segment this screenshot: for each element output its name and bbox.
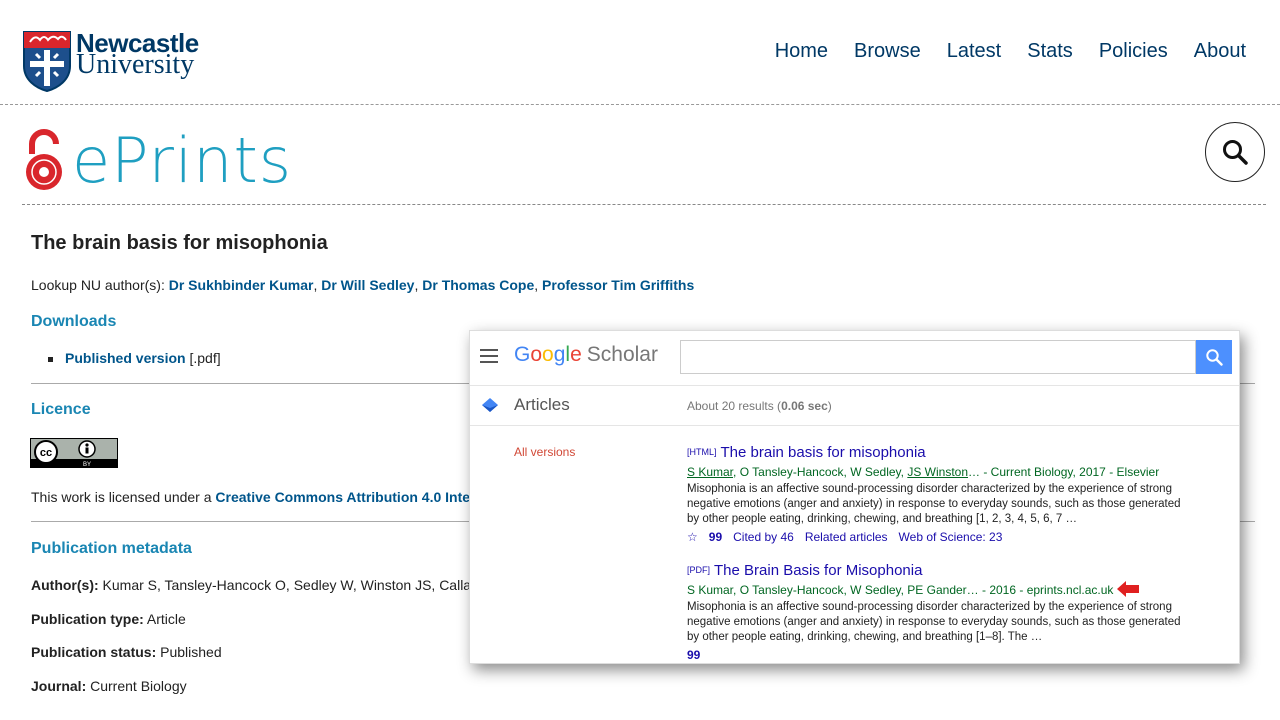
author-link[interactable]: Dr Will Sedley [321, 277, 414, 293]
result-snippet: Misophonia is an affective sound-process… [687, 483, 1181, 525]
scholar-search-button[interactable] [1196, 340, 1232, 374]
articles-label[interactable]: Articles [514, 395, 570, 415]
metadata-heading: Publication metadata [31, 540, 192, 557]
eprints-divider [22, 204, 1266, 205]
svg-text:cc: cc [40, 447, 52, 459]
nav-policies[interactable]: Policies [1099, 40, 1168, 63]
author-link[interactable]: Dr Sukhbinder Kumar [169, 277, 314, 293]
license-link[interactable]: Creative Commons Attribution 4.0 Inte [215, 489, 470, 505]
result-title-link[interactable]: The Brain Basis for Misophonia [714, 562, 922, 579]
result-source: S Kumar, O Tansley-Hancock, W Sedley, JS… [687, 465, 1160, 479]
quote-icon[interactable]: 99 [687, 648, 700, 662]
eprints-logo[interactable]: ePrints [22, 120, 292, 200]
license-prefix: This work is licensed under a [31, 489, 216, 505]
scholar-result: [HTML] The brain basis for misophonia S K… [687, 444, 1187, 544]
nav-browse[interactable]: Browse [854, 40, 921, 63]
author-link[interactable]: Dr Thomas Cope [422, 277, 534, 293]
scholar-cap-icon [482, 398, 498, 412]
result-actions: ☆ 99 Cited by 46 Related articles Web of… [687, 530, 1187, 544]
crest-icon [23, 31, 71, 92]
cc-by-label: BY [83, 462, 91, 468]
metadata-type: Publication type: Article [31, 611, 186, 627]
web-of-science-link[interactable]: Web of Science: 23 [899, 530, 1003, 544]
cited-by-link[interactable]: Cited by 46 [733, 530, 794, 544]
scholar-subbar: Articles About 20 results (0.06 sec) [470, 385, 1239, 426]
lookup-label: Lookup NU author(s): [31, 277, 169, 293]
result-actions: 99 [687, 648, 1187, 662]
search-icon [1206, 349, 1223, 366]
all-versions-link[interactable]: All versions [514, 445, 575, 459]
downloads-heading: Downloads [31, 313, 117, 330]
related-articles-link[interactable]: Related articles [805, 530, 888, 544]
result-title-link[interactable]: The brain basis for misophonia [721, 444, 926, 461]
result-format-tag: [HTML] [687, 447, 717, 457]
nav-about[interactable]: About [1194, 40, 1246, 63]
nav-home[interactable]: Home [775, 40, 828, 63]
newcastle-university-logo[interactable]: Newcastle University [22, 30, 202, 92]
result-format-tag: [PDF] [687, 565, 711, 575]
metadata-authors: Author(s): Kumar S, Tansley-Hancock O, S… [31, 577, 472, 593]
open-access-lock-icon [26, 129, 62, 190]
cc-by-badge[interactable]: cc BY [30, 438, 118, 468]
nav-stats[interactable]: Stats [1027, 40, 1073, 63]
author-lookup: Lookup NU author(s): Dr Sukhbinder Kumar… [31, 277, 695, 293]
main-nav: Home Browse Latest Stats Policies About [775, 40, 1246, 63]
metadata-status: Publication status: Published [31, 644, 222, 660]
scholar-header: Google Scholar [470, 331, 1239, 386]
search-icon [1223, 140, 1248, 165]
page-title: The brain basis for misophonia [31, 232, 328, 254]
eprints-wordmark: ePrints [72, 123, 293, 197]
author-link[interactable]: Professor Tim Griffiths [542, 277, 694, 293]
star-icon[interactable]: ☆ [687, 530, 698, 544]
menu-icon[interactable] [480, 349, 498, 363]
result-source: S Kumar, O Tansley-Hancock, W Sedley, PE… [687, 583, 1114, 597]
licence-heading: Licence [31, 401, 91, 418]
download-item: Published version [.pdf] [48, 350, 221, 366]
quote-icon[interactable]: 99 [709, 530, 722, 544]
metadata-journal: Journal: Current Biology [31, 678, 187, 694]
red-arrow-icon [1117, 581, 1139, 597]
result-snippet: Misophonia is an affective sound-process… [687, 601, 1181, 643]
scholar-search-input[interactable] [680, 340, 1196, 374]
google-scholar-logo[interactable]: Google Scholar [514, 343, 658, 367]
author-link[interactable]: S Kumar [687, 465, 733, 479]
site-search-button[interactable] [1205, 122, 1265, 182]
published-version-link[interactable]: Published version [65, 350, 186, 366]
scholar-result: [PDF] The Brain Basis for Misophonia S Ku… [687, 562, 1187, 662]
author-link[interactable]: JS Winston [907, 465, 968, 479]
download-ext: [.pdf] [185, 350, 221, 366]
header-divider [0, 104, 1280, 105]
license-statement: This work is licensed under a Creative C… [31, 489, 470, 505]
results-count: About 20 results (0.06 sec) [687, 399, 832, 413]
logo-line-university: University [76, 49, 195, 80]
google-scholar-panel: Google Scholar Articles About 20 results … [469, 330, 1240, 664]
nav-latest[interactable]: Latest [947, 40, 1001, 63]
